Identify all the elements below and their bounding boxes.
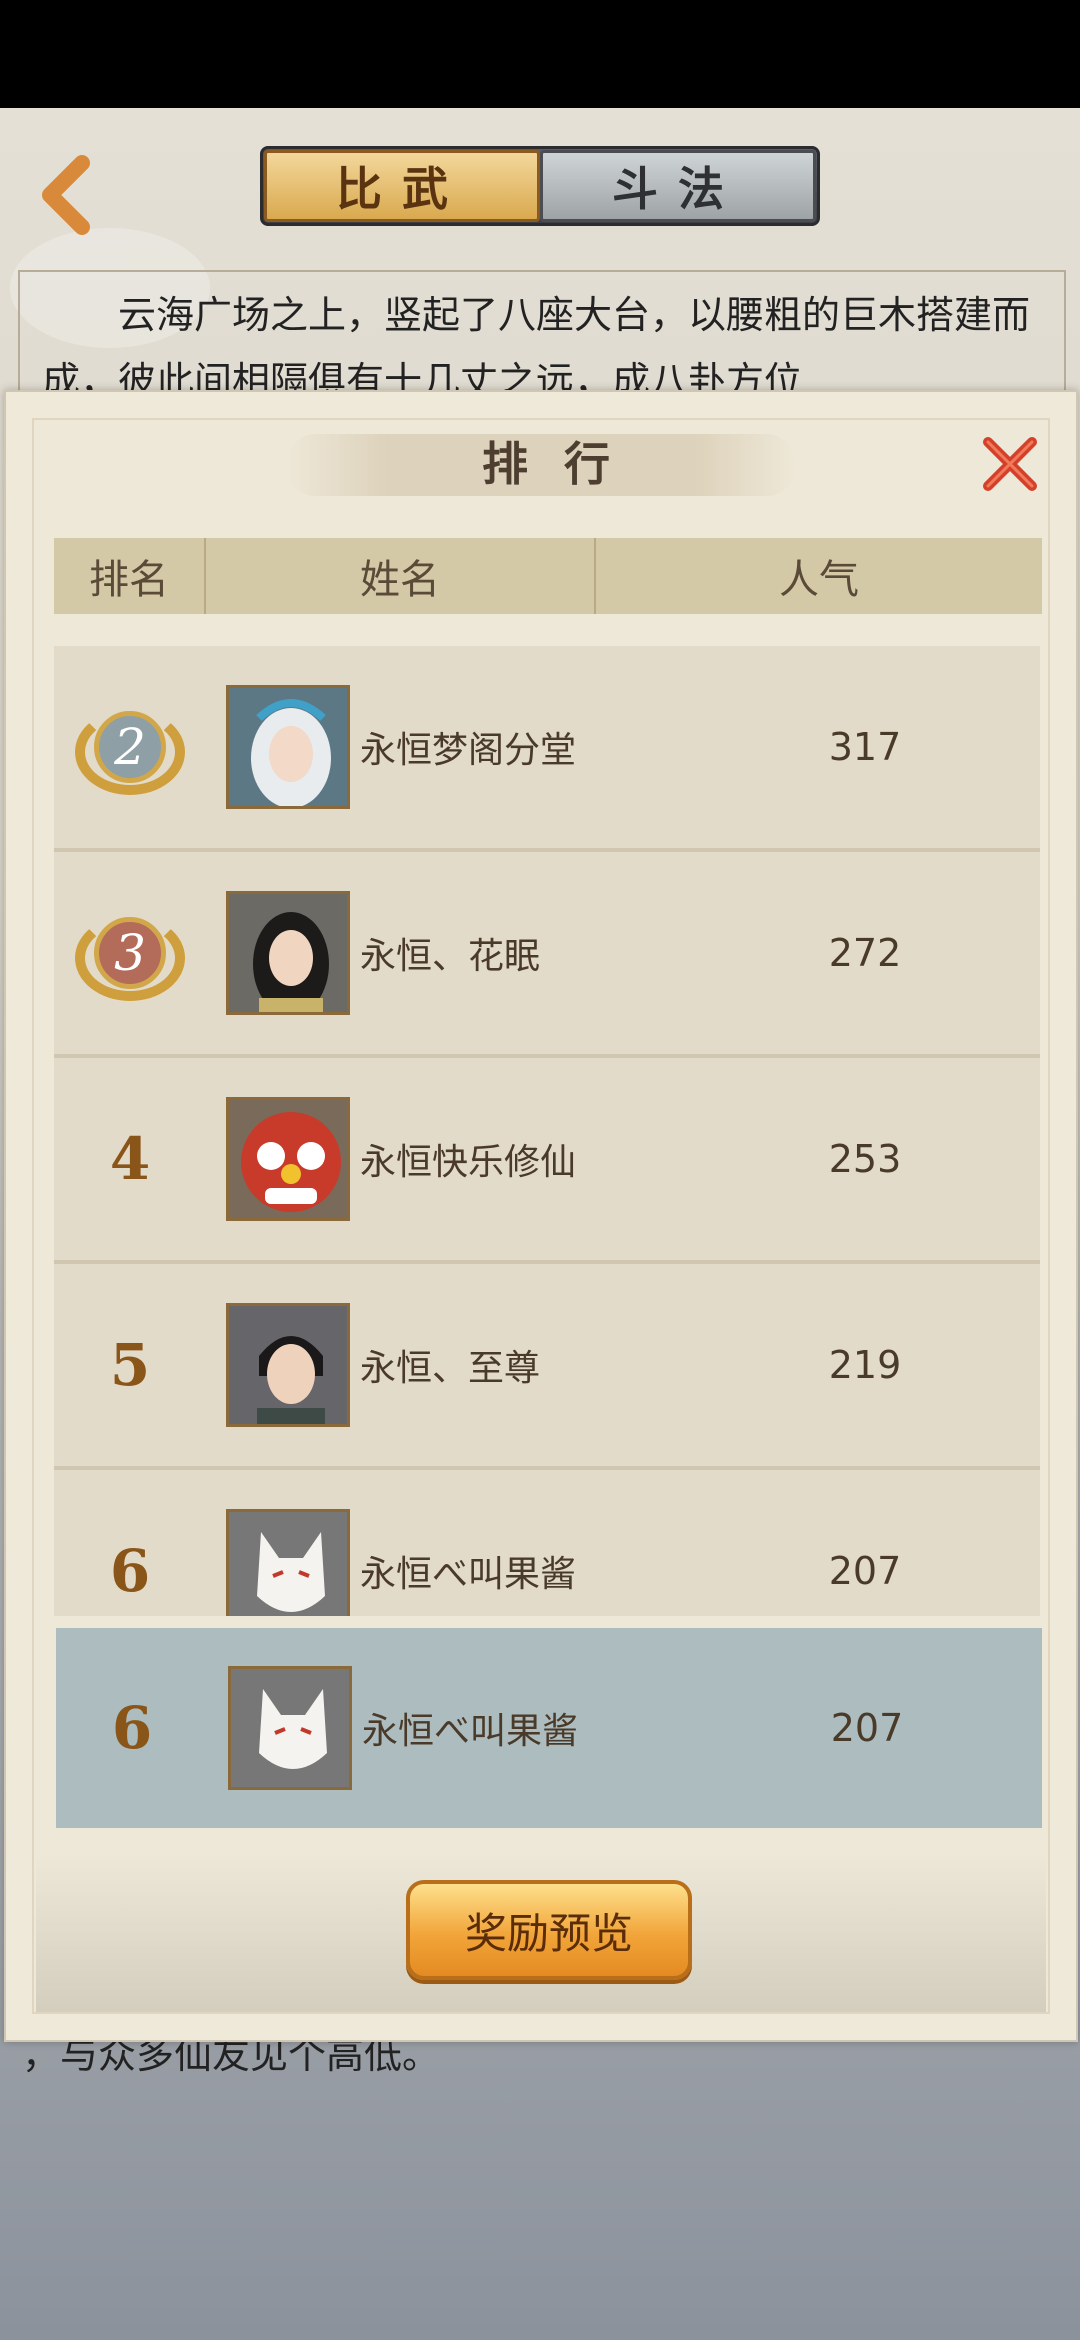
popularity-value: 253 <box>828 1137 902 1181</box>
rank-number: 4 <box>109 1125 151 1193</box>
popularity-value: 272 <box>828 931 902 975</box>
my-rank-number: 6 <box>111 1694 153 1762</box>
back-button[interactable] <box>22 150 112 240</box>
rank-cell: 4 <box>54 1058 206 1260</box>
my-rank-row[interactable]: 6 永恒べ叫果酱 207 <box>56 1628 1042 1828</box>
avatar <box>226 891 350 1015</box>
player-name: 永恒梦阁分堂 <box>360 730 577 771</box>
rank-number: 2 <box>94 711 166 783</box>
mode-tabs: 比武 斗法 <box>240 140 840 232</box>
my-popularity-value: 207 <box>830 1706 904 1750</box>
tab-biwu[interactable]: 比武 <box>264 150 540 222</box>
rank-number: 6 <box>109 1537 151 1605</box>
player-name: 永恒べ叫果酱 <box>360 1554 577 1595</box>
rank-cell: 2 <box>54 646 206 848</box>
table-header: 排名 姓名 人气 <box>54 538 1042 614</box>
silver-medal-icon: 2 <box>75 699 185 795</box>
story-text: 云海广场之上，竖起了八座大台，以腰粗的巨木搭建而成，彼此间相隔俱有十几丈之远，成… <box>18 270 1066 410</box>
player-name: 永恒快乐修仙 <box>360 1142 577 1183</box>
chevron-left-icon <box>42 155 90 235</box>
ranking-dialog: 排行 排名 姓名 人气 2 永恒梦阁分堂 317 3 永恒、花眠 272 4 永… <box>4 390 1078 2042</box>
rank-cell: 3 <box>54 852 206 1054</box>
rank-cell: 5 <box>54 1264 206 1466</box>
player-name: 永恒、花眠 <box>360 936 541 977</box>
avatar <box>226 1303 350 1427</box>
bronze-medal-icon: 3 <box>75 905 185 1001</box>
status-bar <box>0 0 1080 108</box>
my-player-name: 永恒べ叫果酱 <box>362 1711 579 1752</box>
close-button[interactable] <box>974 428 1046 500</box>
popularity-value: 207 <box>828 1549 902 1593</box>
column-popularity: 人气 <box>779 557 859 603</box>
table-row[interactable]: 2 永恒梦阁分堂 317 <box>54 646 1040 852</box>
table-row[interactable]: 3 永恒、花眠 272 <box>54 852 1040 1058</box>
dialog-title: 排行 <box>482 437 646 491</box>
popularity-value: 317 <box>828 725 902 769</box>
avatar <box>226 685 350 809</box>
rank-number: 5 <box>109 1331 151 1399</box>
my-avatar <box>228 1666 352 1790</box>
rank-number: 3 <box>94 917 166 989</box>
close-icon <box>983 437 1037 491</box>
avatar <box>226 1097 350 1221</box>
rank-cell: 6 <box>54 1470 206 1616</box>
avatar <box>226 1509 350 1616</box>
rank-cell: 6 <box>56 1628 208 1828</box>
table-row[interactable]: 5 永恒、至尊 219 <box>54 1264 1040 1470</box>
table-row[interactable]: 4 永恒快乐修仙 253 <box>54 1058 1040 1264</box>
column-rank: 排名 <box>54 538 206 614</box>
reward-preview-button[interactable]: 奖励预览 <box>406 1880 692 1980</box>
column-name: 姓名 <box>206 538 596 614</box>
tab-doufa[interactable]: 斗法 <box>540 150 816 222</box>
ranking-list[interactable]: 2 永恒梦阁分堂 317 3 永恒、花眠 272 4 永恒快乐修仙 253 5 … <box>54 646 1040 1616</box>
popularity-value: 219 <box>828 1343 902 1387</box>
table-row[interactable]: 6 永恒べ叫果酱 207 <box>54 1470 1040 1616</box>
player-name: 永恒、至尊 <box>360 1348 541 1389</box>
